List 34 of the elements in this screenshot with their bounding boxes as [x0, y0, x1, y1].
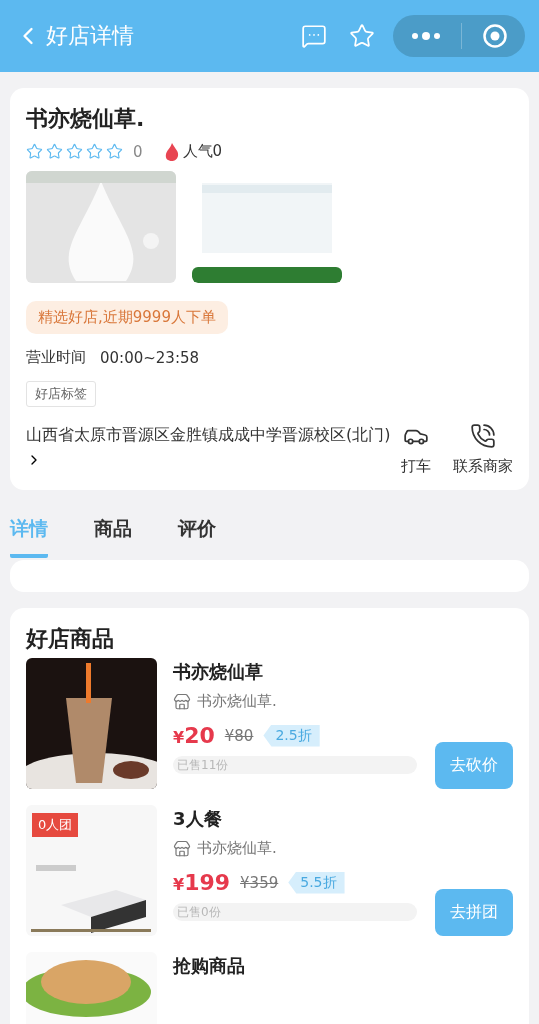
original-price: ¥80	[224, 726, 254, 745]
promo-badge: 精选好店,近期9999人下单	[26, 301, 228, 334]
product-shop: 书亦烧仙草.	[197, 692, 277, 711]
more-icon[interactable]	[411, 31, 441, 41]
store-icon	[173, 839, 191, 858]
product-name[interactable]: 3人餐	[173, 807, 419, 831]
shop-name: 书亦烧仙草.	[26, 105, 146, 133]
tab[interactable]: 评价	[178, 512, 216, 558]
tab[interactable]: 商品	[94, 512, 132, 558]
phone-icon	[470, 423, 496, 449]
store-icon	[173, 692, 191, 711]
contact-button[interactable]: 联系商家	[453, 423, 513, 476]
group-badge: 0人团	[32, 813, 79, 837]
hours-value: 00:00~23:58	[100, 348, 200, 367]
product-name[interactable]: 书亦烧仙草	[173, 660, 419, 684]
page-title: 好店详情	[46, 22, 135, 50]
price: ¥199	[173, 870, 231, 895]
popularity: 人气0	[182, 142, 223, 161]
chat-icon[interactable]	[301, 23, 327, 49]
capsule-menu[interactable]	[393, 15, 525, 57]
original-price: ¥359	[240, 873, 279, 892]
shop-tag: 好店标签	[26, 381, 96, 407]
product-shop: 书亦烧仙草.	[197, 839, 277, 858]
section-title: 好店商品	[26, 625, 115, 653]
close-icon[interactable]	[482, 23, 508, 49]
discount-tag: 2.5折	[263, 724, 320, 747]
discount-tag: 5.5折	[288, 871, 345, 894]
rating-value: 0	[133, 142, 143, 161]
hours-label: 营业时间	[26, 348, 86, 367]
contact-button[interactable]: 打车	[401, 423, 431, 476]
price: ¥20	[173, 723, 215, 748]
address-link[interactable]: 山西省太原市晋源区金胜镇成成中学晋源校区(北门)	[26, 425, 391, 444]
product-name[interactable]: 抢购商品	[173, 954, 513, 978]
favorite-icon[interactable]	[349, 23, 375, 49]
